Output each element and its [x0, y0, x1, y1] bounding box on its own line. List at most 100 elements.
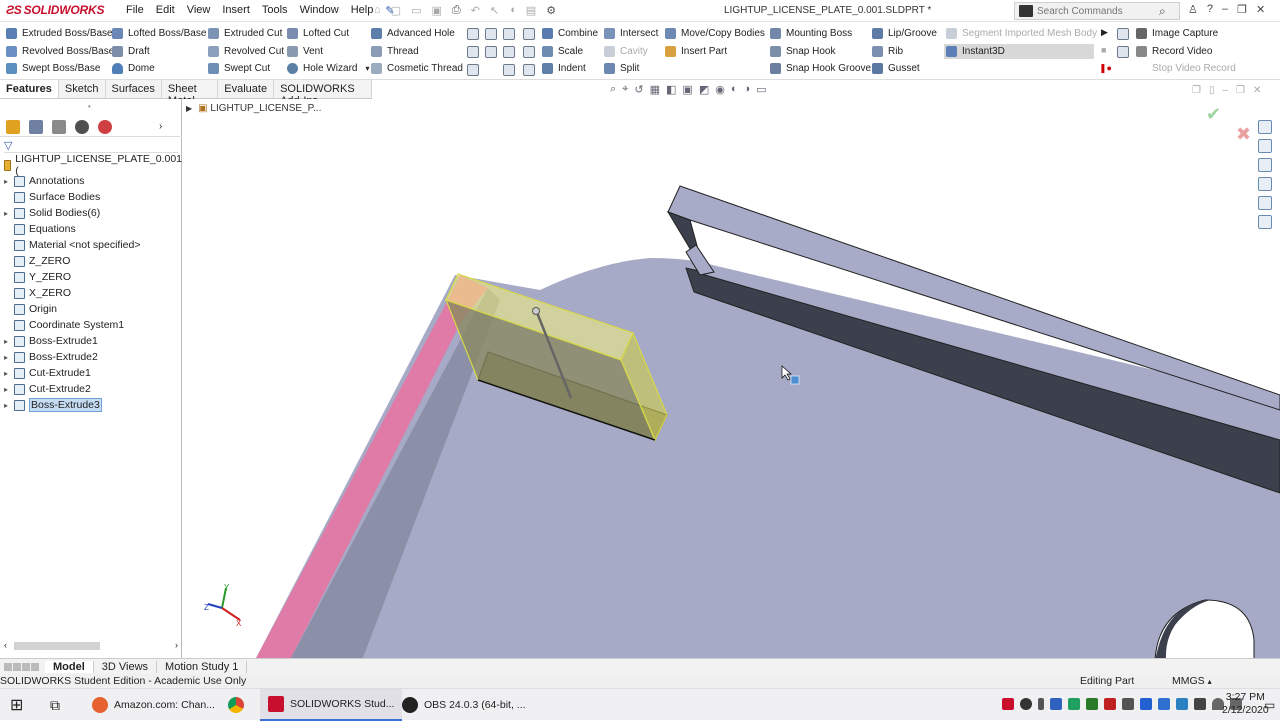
- macro-edit-icon[interactable]: [1117, 46, 1129, 58]
- configuration-manager-icon[interactable]: [52, 119, 66, 134]
- menu-tools[interactable]: Tools: [256, 4, 294, 17]
- dome-button[interactable]: Dome: [112, 61, 206, 77]
- view-settings-icon[interactable]: ▭: [756, 83, 766, 96]
- tree-root[interactable]: LIGHTUP_LICENSE_PLATE_0.001 (: [0, 153, 182, 177]
- design-library-icon[interactable]: [1258, 139, 1272, 153]
- tree-item[interactable]: ▸ Solid Bodies(6): [0, 205, 182, 221]
- tree-item[interactable]: ▸ Cut-Extrude1: [0, 365, 182, 381]
- menu-edit[interactable]: Edit: [150, 4, 181, 17]
- segment-mesh-button[interactable]: Segment Imported Mesh Body: [946, 26, 1097, 42]
- linear-pattern-icon[interactable]: [485, 28, 497, 40]
- image-capture-button[interactable]: Image Capture: [1136, 26, 1236, 42]
- tray-app-icon[interactable]: [1122, 698, 1134, 710]
- restore-icon[interactable]: ❐: [1237, 3, 1247, 16]
- first-icon[interactable]: [4, 662, 12, 671]
- undo-icon[interactable]: ↶: [471, 4, 480, 17]
- dimxpert-icon[interactable]: [75, 119, 89, 134]
- chamfer-icon[interactable]: [467, 46, 479, 58]
- next-icon[interactable]: [22, 662, 30, 671]
- indent-button[interactable]: Indent: [542, 61, 598, 77]
- instant3d-button[interactable]: Instant3D: [944, 43, 1094, 59]
- circular-pattern-icon[interactable]: [485, 46, 497, 58]
- start-button[interactable]: ⊞: [10, 689, 23, 721]
- expand-arrow-icon[interactable]: ▸: [4, 337, 14, 346]
- lofted-cut-button[interactable]: Lofted Cut: [287, 26, 369, 42]
- graphics-area[interactable]: Y X Z ✔ ✖: [182, 99, 1280, 660]
- rib-small-icon[interactable]: [523, 46, 535, 58]
- rebuild-icon[interactable]: ◖: [509, 4, 516, 17]
- options-icon[interactable]: ⚙: [546, 4, 556, 17]
- stop-icon[interactable]: ■: [1101, 45, 1106, 55]
- filter-bar[interactable]: ▽: [4, 139, 178, 153]
- appearances-icon[interactable]: [1258, 196, 1272, 210]
- snap-hook-groove-button[interactable]: Snap Hook Groove: [770, 61, 871, 77]
- combine-button[interactable]: Combine: [542, 26, 598, 42]
- tree-item[interactable]: Surface Bodies: [0, 189, 182, 205]
- record-pause-icon[interactable]: ❚●: [1099, 63, 1112, 74]
- tab-sheet-metal[interactable]: Sheet Metal: [162, 80, 219, 107]
- scale-button[interactable]: Scale: [542, 44, 598, 60]
- flex-icon[interactable]: [523, 64, 535, 76]
- zoom-area-icon[interactable]: ⌖: [622, 83, 628, 96]
- breadcrumb[interactable]: ▶ ▣ LIGHTUP_LICENSE_P...: [186, 103, 321, 114]
- splitter-handle[interactable]: •: [88, 102, 91, 111]
- view-palette-icon[interactable]: [1258, 177, 1272, 191]
- new-icon[interactable]: ▢: [391, 4, 401, 17]
- vent-button[interactable]: Vent: [287, 44, 369, 60]
- feature-tree-icon[interactable]: [6, 119, 20, 134]
- fillet-icon[interactable]: [467, 28, 479, 40]
- tree-item[interactable]: Equations: [0, 221, 182, 237]
- expand-arrow-icon[interactable]: ▸: [4, 209, 14, 218]
- taskbar-firefox[interactable]: Amazon.com: Chan...: [84, 689, 223, 721]
- chevron-right-icon[interactable]: ›: [159, 121, 162, 132]
- file-properties-icon[interactable]: ▤: [526, 4, 536, 17]
- tree-item[interactable]: ▸ Boss-Extrude3: [0, 397, 182, 413]
- expand-arrow-icon[interactable]: ▸: [4, 401, 14, 410]
- tree-item[interactable]: Coordinate System1: [0, 317, 182, 333]
- tree-item[interactable]: Material <not specified>: [0, 237, 182, 253]
- rib-button[interactable]: Rib: [872, 44, 937, 60]
- tab-features[interactable]: Features: [0, 80, 59, 98]
- macro-icon[interactable]: [1117, 28, 1129, 40]
- file-explorer-icon[interactable]: [1258, 158, 1272, 172]
- battery-icon[interactable]: [1194, 698, 1206, 710]
- menu-file[interactable]: File: [120, 4, 150, 17]
- thread-button[interactable]: Thread: [371, 44, 463, 60]
- expand-arrow-icon[interactable]: ▸: [4, 177, 14, 186]
- search-commands[interactable]: ⌕: [1014, 2, 1180, 20]
- mounting-boss-button[interactable]: Mounting Boss: [770, 26, 871, 42]
- wrap-icon[interactable]: [503, 46, 515, 58]
- notification-button[interactable]: ▭: [1264, 689, 1275, 721]
- swept-boss-button[interactable]: Swept Boss/Base: [6, 61, 114, 77]
- reference-geometry-icon[interactable]: [467, 64, 479, 76]
- select-icon[interactable]: ↖: [490, 4, 499, 17]
- dynamic-annotation-icon[interactable]: ◧: [666, 83, 676, 96]
- revolved-cut-button[interactable]: Revolved Cut: [208, 44, 284, 60]
- save-icon[interactable]: ▣: [431, 4, 441, 17]
- task-view-button[interactable]: ⧉: [50, 689, 60, 721]
- swept-cut-button[interactable]: Swept Cut: [208, 61, 284, 77]
- search-input[interactable]: [1037, 5, 1157, 17]
- print-icon[interactable]: ⎙: [452, 4, 461, 17]
- doc-restore-icon[interactable]: ❐: [1236, 85, 1245, 96]
- search-icon[interactable]: ⌕: [1159, 4, 1166, 19]
- tree-item[interactable]: ▸ Cut-Extrude2: [0, 381, 182, 397]
- tree-item[interactable]: ▸ Annotations: [0, 173, 182, 189]
- expand-arrow-icon[interactable]: ▸: [4, 369, 14, 378]
- minimize-icon[interactable]: –: [1222, 3, 1228, 16]
- tree-item[interactable]: Origin: [0, 301, 182, 317]
- user-icon[interactable]: ♙: [1188, 3, 1198, 16]
- move-copy-bodies-button[interactable]: Move/Copy Bodies: [665, 26, 765, 42]
- prev-icon[interactable]: [13, 662, 21, 671]
- section-view-icon[interactable]: ▦: [650, 83, 660, 96]
- home-icon[interactable]: ⌂: [374, 4, 381, 17]
- property-manager-icon[interactable]: [29, 119, 43, 134]
- revolved-boss-button[interactable]: Revolved Boss/Base: [6, 44, 114, 60]
- tab-3d-views[interactable]: 3D Views: [94, 660, 158, 673]
- tray-app-icon[interactable]: [1158, 698, 1170, 710]
- display-manager-icon[interactable]: [98, 119, 112, 134]
- shell-icon[interactable]: [503, 28, 515, 40]
- expand-arrow-icon[interactable]: ▸: [4, 385, 14, 394]
- intersect-button[interactable]: Intersect: [604, 26, 658, 42]
- tree-item[interactable]: ▸ Boss-Extrude1: [0, 333, 182, 349]
